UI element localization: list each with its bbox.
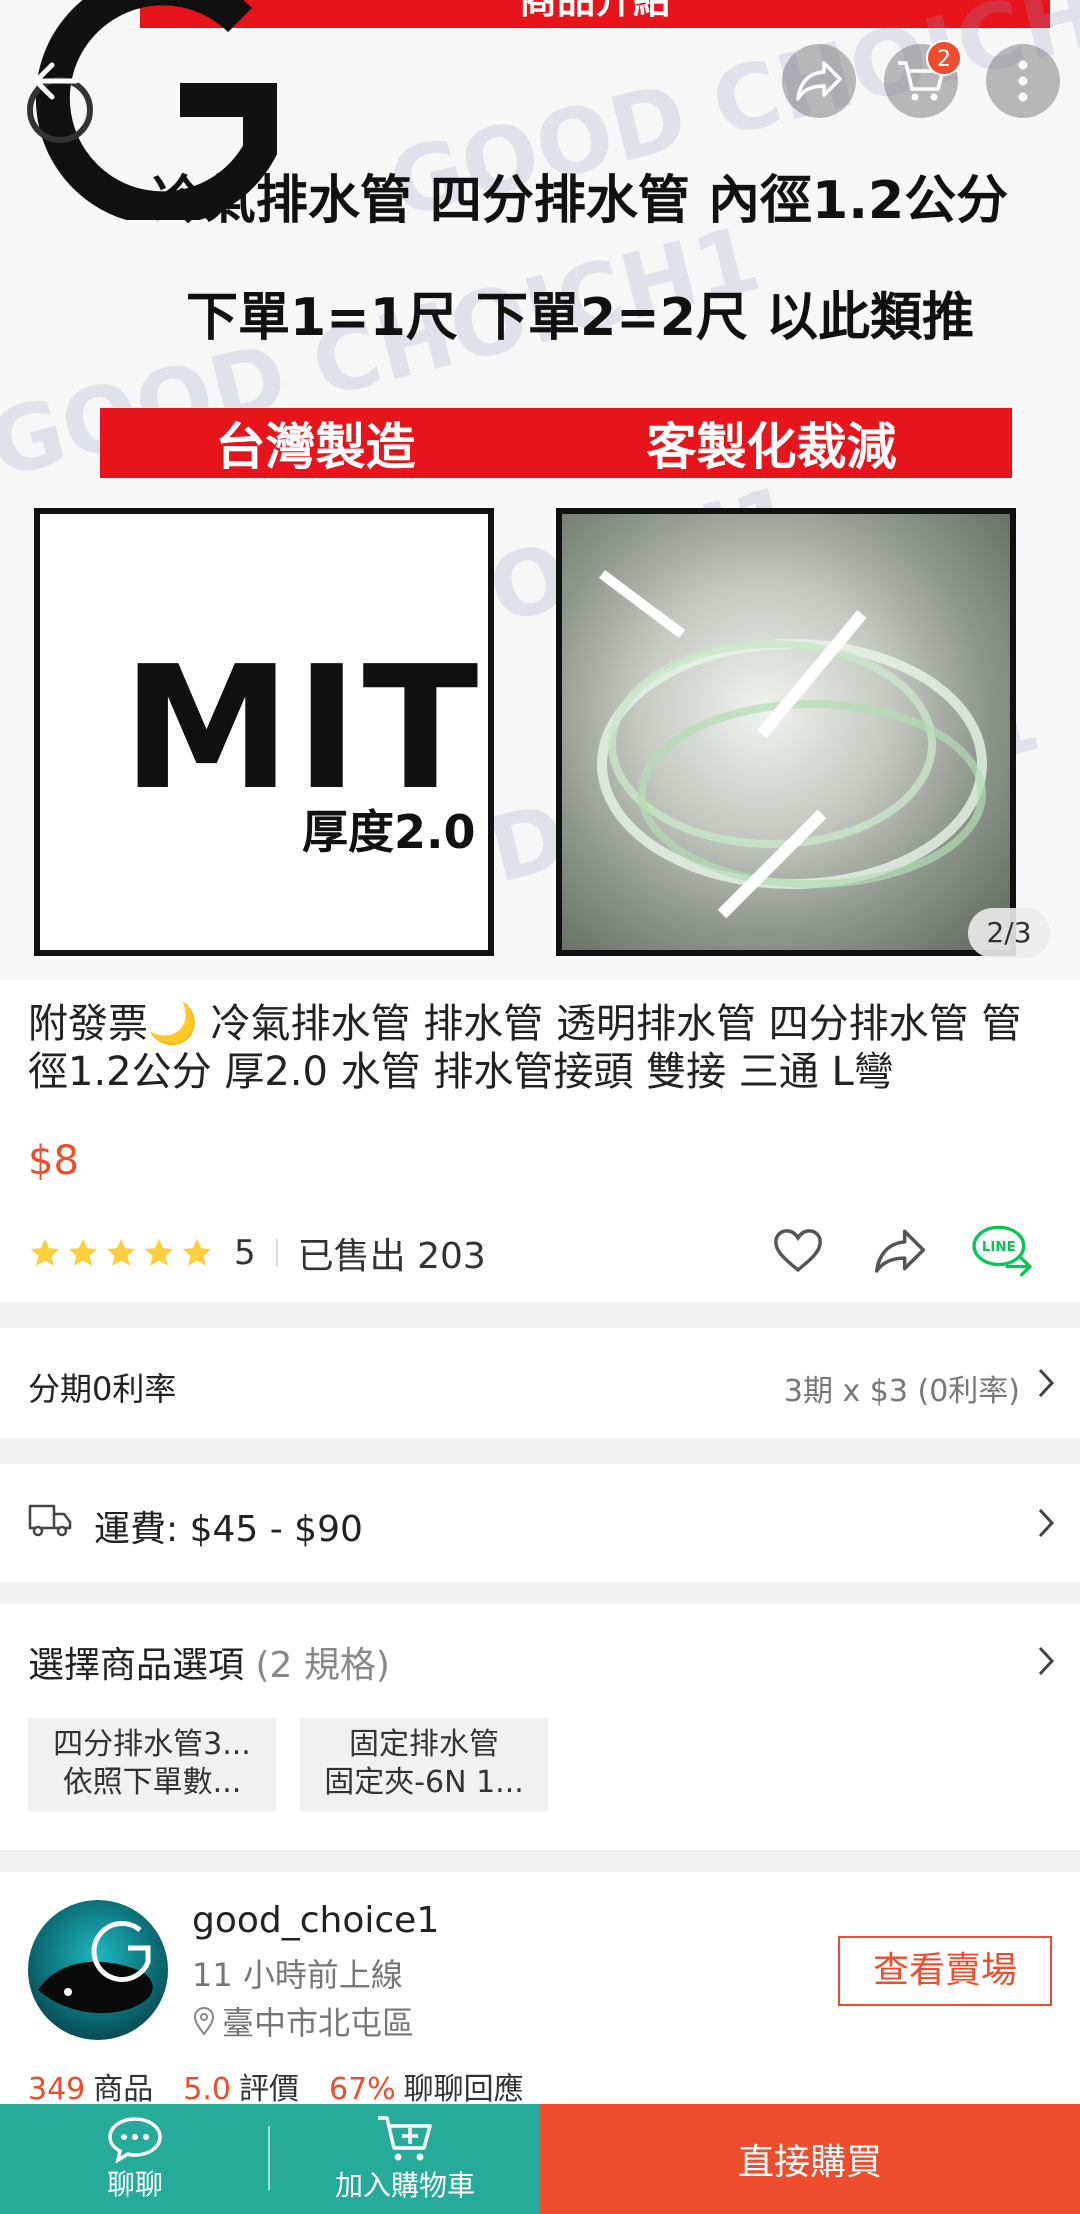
svg-text:LINE: LINE: [982, 1240, 1016, 1255]
variant-line: 固定夾-6N 1...: [324, 1765, 524, 1800]
shipping-fee: 運費: $45 - $90: [94, 1509, 363, 1550]
options-row[interactable]: 選擇商品選項 (2 規格): [0, 1604, 1080, 1708]
divider: [268, 2126, 270, 2190]
chat-button[interactable]: 聊聊: [0, 2104, 270, 2214]
shop-location-text: 臺中市北屯區: [222, 2004, 415, 2042]
product-price: $8: [28, 1138, 79, 1184]
section-gap: [0, 1438, 1080, 1464]
options-count: (2 規格): [255, 1645, 390, 1686]
cart-count-badge: 2: [926, 40, 962, 76]
view-shop-button[interactable]: 查看賣場: [838, 1936, 1052, 2006]
arrow-left-icon: [33, 62, 79, 100]
section-gap: [0, 1850, 1080, 1872]
chevron-right-icon: [1038, 1646, 1055, 1676]
chevron-right-icon: [1038, 1368, 1055, 1398]
shop-name[interactable]: good_choice1: [192, 1900, 439, 1941]
more-options-button[interactable]: [986, 44, 1060, 118]
sold-count: 已售出 203: [297, 1236, 486, 1277]
chat-bubble-icon: [108, 2117, 162, 2163]
heart-icon: [774, 1229, 822, 1273]
banner-line-1: 冷氣排水管 四分排水管 內徑1.2公分: [151, 171, 1009, 231]
shop-chat-response-stat: 67% 聊聊回應: [328, 2072, 524, 2107]
cart-button[interactable]: 2: [884, 40, 962, 118]
variant-line: 固定排水管: [349, 1727, 499, 1762]
installment-row[interactable]: 分期0利率 3期 x $3 (0利率): [0, 1328, 1080, 1438]
banner-red-band: 台灣製造 客製化裁減: [100, 408, 1012, 478]
star-icon: [144, 1238, 174, 1266]
installment-value: 3期 x $3 (0利率): [783, 1374, 1020, 1409]
options-label: 選擇商品選項 (2 規格): [28, 1645, 390, 1686]
chevron-right-icon: [1038, 1508, 1055, 1538]
shop-online-status: 11 小時前上線: [192, 1956, 403, 1994]
banner-line-2: 下單1=1尺 下單2=2尺 以此類推: [185, 288, 975, 348]
chat-label: 聊聊: [106, 2168, 163, 2201]
banner-made-in-taiwan: 台灣製造: [215, 418, 416, 476]
share-arrow-icon: [796, 61, 842, 101]
line-share-button[interactable]: LINE: [972, 1222, 1034, 1282]
variant-line: 依照下單數...: [62, 1765, 242, 1800]
line-app-icon: LINE: [972, 1225, 1033, 1277]
shipping-row[interactable]: 運費: $45 - $90: [0, 1464, 1080, 1582]
tube-coil-icon: [597, 570, 987, 919]
product-title: 附發票🌙 冷氣排水管 排水管 透明排水管 四分排水管 管徑1.2公分 厚2.0 …: [28, 1001, 1022, 1095]
section-gap: [0, 1302, 1080, 1328]
mit-label: MIT: [122, 630, 483, 828]
like-button[interactable]: [770, 1222, 826, 1282]
banner-custom-cut: 客製化裁減: [646, 418, 897, 476]
variant-line: 四分排水管3...: [53, 1727, 251, 1762]
add-to-cart-button[interactable]: 加入購物車: [270, 2104, 540, 2214]
bottom-action-bar: 聊聊 加入購物車 直接購買: [0, 2104, 1080, 2214]
rating-row: 5 已售出 203: [28, 1228, 486, 1278]
product-image-carousel[interactable]: 商品介紹 GOOD CHOICH1 GOOD CHOICH1 GOOD CHOI…: [0, 0, 1080, 980]
cart-add-icon: [378, 2116, 432, 2161]
shop-avatar[interactable]: [28, 1900, 168, 2040]
star-icon: [106, 1238, 136, 1266]
buy-now-button[interactable]: 直接購買: [540, 2104, 1080, 2214]
shop-location: 臺中市北屯區: [192, 1998, 414, 2044]
share-product-button[interactable]: [872, 1222, 928, 1282]
secondary-actions: 聊聊 加入購物車: [0, 2104, 540, 2214]
section-gap: [0, 1582, 1080, 1604]
tube-photo: [556, 508, 1016, 956]
shop-stats: 349 商品 5.0 評價 67% 聊聊回應: [28, 2064, 524, 2108]
shop-products-stat: 349 商品: [28, 2072, 154, 2107]
installment-label: 分期0利率: [28, 1370, 177, 1408]
share-button[interactable]: [782, 44, 856, 118]
shop-rating-stat: 5.0 評價: [183, 2072, 299, 2107]
whale-logo-icon: [38, 1921, 153, 2014]
variant-option-2[interactable]: 固定排水管 固定夾-6N 1...: [300, 1718, 548, 1812]
variant-option-1[interactable]: 四分排水管3... 依照下單數...: [28, 1718, 276, 1812]
back-button[interactable]: [18, 44, 92, 118]
mit-panel: MIT 厚度2.0: [34, 508, 494, 956]
image-page-counter: 2/3: [968, 908, 1050, 958]
add-to-cart-label: 加入購物車: [334, 2169, 475, 2202]
share-arrow-icon: [874, 1229, 926, 1273]
star-icon: [30, 1238, 60, 1266]
star-icon: [182, 1238, 212, 1266]
location-pin-icon: [193, 2007, 215, 2036]
truck-icon: [28, 1504, 72, 1537]
star-icon: [68, 1238, 98, 1266]
more-vertical-icon: [1018, 60, 1028, 102]
thickness-label: 厚度2.0: [302, 805, 476, 859]
rating-stars: [28, 1236, 214, 1270]
divider: [275, 1239, 278, 1267]
rating-value: 5: [234, 1233, 256, 1273]
